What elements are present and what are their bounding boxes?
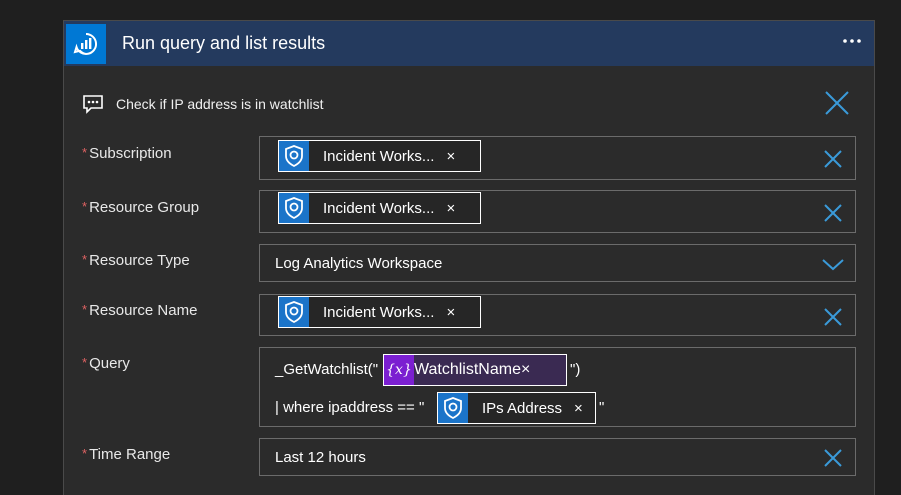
watchlist-name-variable-label: WatchlistName — [414, 361, 521, 378]
action-header[interactable]: Run query and list results — [64, 21, 874, 66]
action-card: Run query and list results Check if IP a… — [63, 20, 875, 495]
subscription-label: * Subscription — [82, 145, 172, 162]
watchlist-name-variable-token[interactable]: {x} WatchlistName × — [383, 354, 567, 386]
resource-type-value: Log Analytics Workspace — [275, 255, 443, 272]
query-editor[interactable]: _GetWatchlist(" {x} WatchlistName × ") |… — [259, 347, 856, 427]
required-marker: * — [82, 446, 88, 461]
workspace-shield-icon — [279, 193, 309, 223]
subscription-label-text: Subscription — [89, 145, 172, 162]
query-line1-suffix: ") — [570, 361, 581, 378]
log-analytics-icon — [66, 24, 106, 64]
clear-resource-group-button[interactable] — [822, 202, 844, 224]
close-icon — [825, 91, 849, 115]
query-line1-prefix: _GetWatchlist(" — [275, 361, 379, 378]
resource-group-token[interactable]: Incident Works... × — [278, 192, 481, 224]
close-icon — [824, 150, 842, 168]
resource-name-token-label: Incident Works... — [323, 303, 435, 321]
resource-name-field[interactable]: Incident Works... × — [259, 294, 856, 336]
variable-icon: {x} — [384, 355, 414, 385]
resource-group-label-text: Resource Group — [89, 199, 200, 216]
subscription-token-label: Incident Works... — [323, 147, 435, 165]
clear-time-range-button[interactable] — [822, 447, 844, 469]
workspace-shield-icon — [279, 141, 309, 171]
resource-type-label-text: Resource Type — [89, 252, 190, 269]
query-label: * Query — [82, 355, 130, 372]
resource-type-label: * Resource Type — [82, 252, 190, 269]
subscription-field[interactable]: Incident Works... × — [259, 136, 856, 180]
clear-subscription-button[interactable] — [822, 148, 844, 170]
step-note-text: Check if IP address is in watchlist — [116, 96, 324, 112]
resource-name-label: * Resource Name — [82, 302, 197, 319]
resource-group-label: * Resource Group — [82, 199, 199, 216]
required-marker: * — [82, 302, 88, 317]
remove-token-button[interactable]: × — [521, 361, 530, 379]
resource-type-dropdown[interactable]: Log Analytics Workspace — [259, 244, 856, 282]
workspace-shield-icon — [438, 393, 468, 423]
required-marker: * — [82, 145, 88, 160]
remove-token-button[interactable]: × — [574, 401, 583, 416]
subscription-token[interactable]: Incident Works... × — [278, 140, 481, 172]
ips-address-token[interactable]: IPs Address × — [437, 392, 596, 424]
resource-name-token[interactable]: Incident Works... × — [278, 296, 481, 328]
required-marker: * — [82, 355, 88, 370]
step-note: Check if IP address is in watchlist — [82, 93, 324, 115]
query-line2-prefix: | where ipaddress == " — [275, 399, 425, 416]
required-marker: * — [82, 252, 88, 267]
close-icon — [824, 204, 842, 222]
time-range-label: * Time Range — [82, 446, 170, 463]
comment-icon — [83, 95, 103, 114]
more-options-button[interactable] — [840, 31, 864, 51]
workspace-shield-icon — [279, 297, 309, 327]
chevron-down-icon — [822, 259, 844, 271]
query-label-text: Query — [89, 355, 130, 372]
time-range-label-text: Time Range — [89, 446, 171, 463]
remove-token-button[interactable]: × — [446, 201, 455, 216]
time-range-field[interactable]: Last 12 hours — [259, 438, 856, 476]
clear-resource-name-button[interactable] — [822, 306, 844, 328]
close-step-note-button[interactable] — [823, 89, 851, 117]
time-range-value: Last 12 hours — [275, 449, 366, 466]
ellipsis-icon — [843, 39, 861, 43]
action-title: Run query and list results — [122, 33, 326, 53]
query-line2-suffix: " — [599, 399, 605, 416]
resource-group-token-label: Incident Works... — [323, 199, 435, 217]
resource-type-expand-button[interactable] — [822, 253, 844, 275]
remove-token-button[interactable]: × — [446, 305, 455, 320]
remove-token-button[interactable]: × — [446, 149, 455, 164]
close-icon — [824, 308, 842, 326]
ips-address-token-label: IPs Address — [482, 399, 563, 417]
required-marker: * — [82, 199, 88, 214]
resource-group-field[interactable]: Incident Works... × — [259, 190, 856, 233]
close-icon — [824, 449, 842, 467]
resource-name-label-text: Resource Name — [89, 302, 198, 319]
